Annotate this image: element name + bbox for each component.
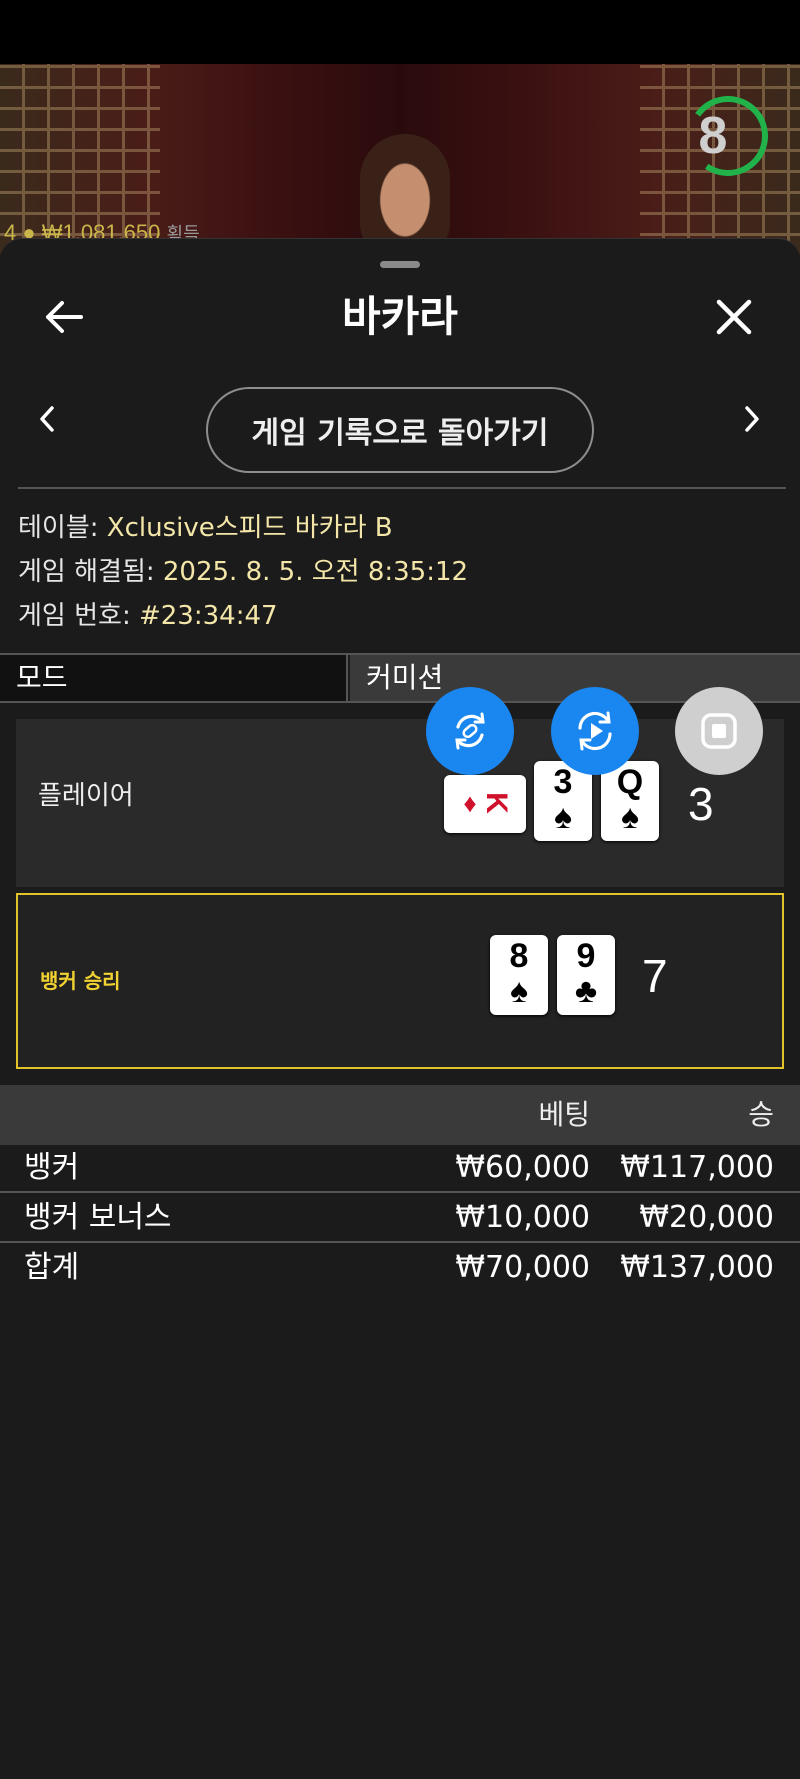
resolved-info-label: 게임 해결됨: [18,557,163,587]
next-game-button[interactable] [727,389,777,449]
bets-table-header: 베팅 승 [0,1085,800,1145]
sheet-drag-handle[interactable] [380,261,420,268]
close-button[interactable] [704,287,764,347]
previous-game-button[interactable] [22,389,72,449]
rotate-view-button[interactable] [426,687,514,775]
player-score: 3 [688,778,714,830]
game-number-label: 게임 번호: [18,601,139,631]
table-row: 뱅커 보너스 ₩10,000 ₩20,000 [0,1195,800,1243]
chevron-right-icon [745,406,759,432]
banker-card-2-suit: ♣ [574,972,598,1010]
player-card-1: ♦ K [444,775,526,833]
bet-amount: ₩60,000 [455,1150,590,1185]
status-bar [0,0,800,64]
win-column-header: 승 [748,1098,774,1131]
mode-label: 모드 [0,655,348,701]
game-history-sheet: 바카라 게임 기록으로 돌아가기 테이블: Xclusive스피드 바카라 B … [0,238,800,1779]
total-win: ₩137,000 [620,1250,774,1285]
total-bet: ₩70,000 [455,1250,590,1285]
banker-score: 7 [642,950,668,1002]
bet-name: 뱅커 보너스 [24,1200,172,1235]
win-amount: ₩20,000 [639,1200,774,1235]
player-card-3: Q ♠ [601,761,659,841]
resolved-info-value: 2025. 8. 5. 오전 8:35:12 [162,557,469,587]
page-title: 바카라 [342,292,458,341]
table-info-value: Xclusive스피드 바카라 B [106,513,393,543]
banker-card-2: 9 ♣ [557,935,615,1015]
total-label: 합계 [24,1250,80,1285]
divider [18,487,786,489]
game-number-info: 게임 번호: #23:34:47 [18,595,278,632]
bet-column-header: 베팅 [538,1098,590,1131]
bet-name: 뱅커 [24,1150,80,1185]
resolved-info: 게임 해결됨: 2025. 8. 5. 오전 8:35:12 [18,551,468,588]
back-to-history-button[interactable]: 게임 기록으로 돌아가기 [206,387,594,473]
table-info: 테이블: Xclusive스피드 바카라 B [18,507,393,544]
player-card-2-suit: ♠ [553,798,573,836]
player-hand-panel: 플레이어 ♦ K 3 ♠ Q ♠ 3 [16,719,784,887]
replay-button[interactable] [551,687,639,775]
player-card-3-suit: ♠ [620,798,640,836]
total-row: 합계 ₩70,000 ₩137,000 [0,1245,800,1293]
banker-hand-panel: 뱅커 승리 8 ♠ 9 ♣ 7 [16,893,784,1069]
dealer-image [360,134,450,254]
banker-card-1-suit: ♠ [509,972,529,1010]
win-amount: ₩117,000 [620,1150,774,1185]
replay-icon [578,711,612,751]
bet-amount: ₩10,000 [455,1200,590,1235]
banker-card-2-rank: 9 [576,937,596,975]
stop-button[interactable] [675,687,763,775]
banker-result-label: 뱅커 승리 [40,969,121,993]
mode-row: 모드 커미션 [0,653,800,703]
table-row: 뱅커 ₩60,000 ₩117,000 [0,1145,800,1193]
rotate-link-icon [455,712,485,750]
banker-card-1-rank: 8 [509,937,529,975]
player-label: 플레이어 [38,781,134,811]
table-info-label: 테이블: [18,513,107,543]
chevron-left-icon [40,406,54,432]
stop-icon [701,713,737,749]
countdown-value: 8 [698,107,728,165]
game-number-value: #23:34:47 [138,601,278,631]
close-icon [716,299,752,335]
player-card-1-rank: ♦ K [463,788,513,818]
banker-card-1: 8 ♠ [490,935,548,1015]
